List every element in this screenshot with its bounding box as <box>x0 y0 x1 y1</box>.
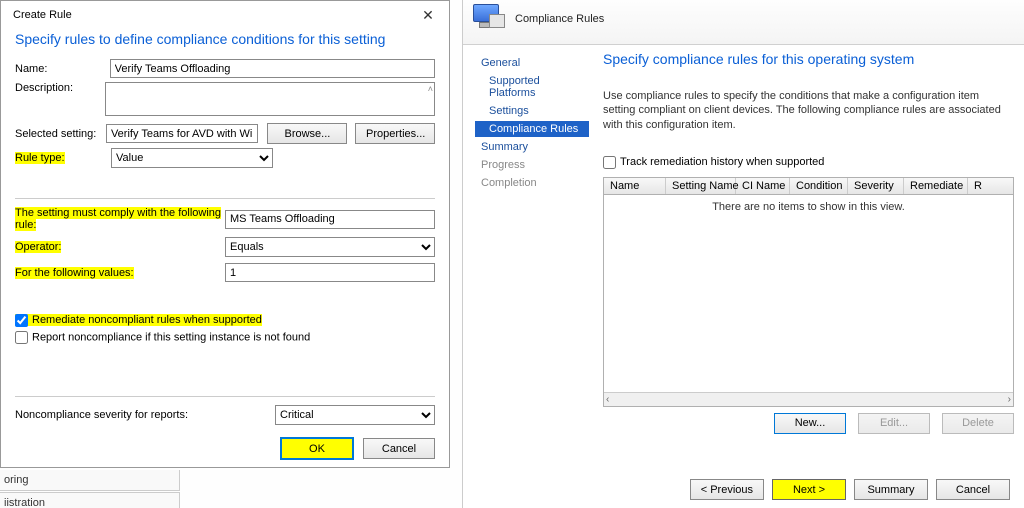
scroll-left-icon: ‹ <box>606 394 609 405</box>
empty-message: There are no items to show in this view. <box>604 195 1013 219</box>
remediate-checkbox[interactable] <box>15 314 28 327</box>
scroll-up-icon[interactable]: ˄ <box>428 84 433 94</box>
nav-general[interactable]: General <box>475 55 589 71</box>
dialog-title: Create Rule <box>13 9 72 21</box>
nav-progress: Progress <box>475 157 589 173</box>
nav-settings[interactable]: Settings <box>475 103 589 119</box>
col-setting[interactable]: Setting Name <box>666 178 736 194</box>
remediate-label: Remediate noncompliant rules when suppor… <box>32 314 262 326</box>
wizard-cancel-button[interactable]: Cancel <box>936 479 1010 500</box>
wizard-nav: General Supported Platforms Settings Com… <box>463 45 593 463</box>
browse-button[interactable]: Browse... <box>267 123 347 144</box>
col-name[interactable]: Name <box>604 178 666 194</box>
table-header-row: Name Setting Name CI Name Condition Seve… <box>604 178 1013 195</box>
properties-button[interactable]: Properties... <box>355 123 435 144</box>
horizontal-scrollbar[interactable]: ‹› <box>604 392 1013 406</box>
rules-table: Name Setting Name CI Name Condition Seve… <box>603 177 1014 407</box>
operator-label: Operator: <box>15 241 61 253</box>
summary-button[interactable]: Summary <box>854 479 928 500</box>
next-button[interactable]: Next > <box>772 479 846 500</box>
close-icon[interactable]: ✕ <box>415 5 441 25</box>
page-title: Specify compliance rules for this operat… <box>603 51 1014 67</box>
monitor-icon <box>473 4 507 34</box>
cancel-button[interactable]: Cancel <box>363 438 435 459</box>
create-rule-dialog: Create Rule ✕ Specify rules to define co… <box>0 0 450 468</box>
operator-select[interactable]: Equals <box>225 237 435 257</box>
nav-supported-platforms[interactable]: Supported Platforms <box>475 73 589 101</box>
description-textarea[interactable] <box>105 82 435 116</box>
compliance-wizard: Compliance Rules General Supported Platf… <box>462 0 1024 508</box>
track-remediation-checkbox[interactable] <box>603 156 616 169</box>
severity-label: Noncompliance severity for reports: <box>15 409 275 421</box>
nav-compliance-rules[interactable]: Compliance Rules <box>475 121 589 137</box>
severity-select[interactable]: Critical <box>275 405 435 425</box>
selected-setting-input[interactable] <box>106 124 258 143</box>
rule-type-label: Rule type: <box>15 152 111 164</box>
nav-fragment[interactable]: iistration <box>0 492 180 508</box>
report-missing-checkbox[interactable] <box>15 331 28 344</box>
col-severity[interactable]: Severity <box>848 178 904 194</box>
nav-summary[interactable]: Summary <box>475 139 589 155</box>
name-input[interactable] <box>110 59 435 78</box>
ok-button[interactable]: OK <box>281 438 353 459</box>
comply-setting-input[interactable] <box>225 210 435 229</box>
col-condition[interactable]: Condition <box>790 178 848 194</box>
wizard-title: Compliance Rules <box>515 13 604 25</box>
previous-button[interactable]: < Previous <box>690 479 764 500</box>
col-ci[interactable]: CI Name <box>736 178 790 194</box>
description-label: Description: <box>15 82 105 94</box>
selected-setting-label: Selected setting: <box>15 128 106 140</box>
name-label: Name: <box>15 63 110 75</box>
for-values-label: For the following values: <box>15 267 134 279</box>
dialog-heading: Specify rules to define compliance condi… <box>1 25 449 59</box>
report-missing-label: Report noncompliance if this setting ins… <box>32 331 310 343</box>
value-input[interactable] <box>225 263 435 282</box>
must-comply-label: The setting must comply with the followi… <box>15 207 221 231</box>
page-description: Use compliance rules to specify the cond… <box>603 89 1014 132</box>
edit-button: Edit... <box>858 413 930 434</box>
nav-fragment[interactable]: oring <box>0 470 180 491</box>
delete-button: Delete <box>942 413 1014 434</box>
rule-type-select[interactable]: Value <box>111 148 273 168</box>
scroll-right-icon: › <box>1008 394 1011 405</box>
track-remediation-label: Track remediation history when supported <box>620 156 824 168</box>
new-button[interactable]: New... <box>774 413 846 434</box>
col-remediate[interactable]: Remediate <box>904 178 968 194</box>
col-r[interactable]: R <box>968 178 1013 194</box>
nav-completion: Completion <box>475 175 589 191</box>
